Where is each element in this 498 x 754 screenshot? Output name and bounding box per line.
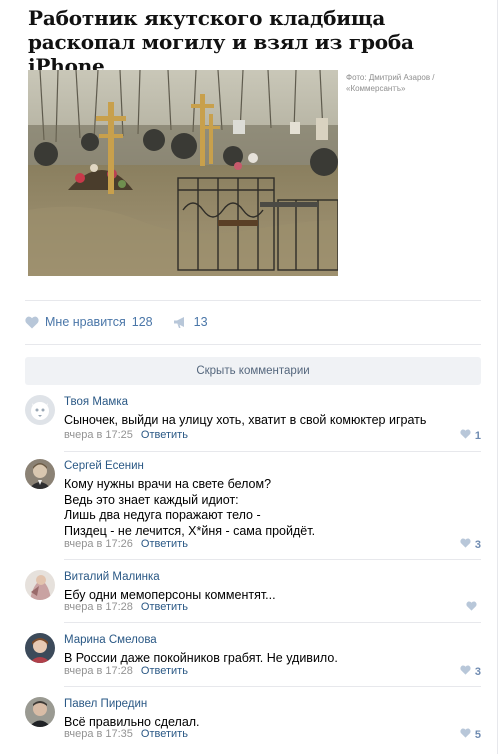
avatar[interactable] — [25, 395, 55, 425]
comment-time[interactable]: вчера в 17:35 — [64, 728, 133, 740]
like-button[interactable]: Мне нравится 128 — [25, 315, 153, 329]
reply-button[interactable]: Ответить — [141, 601, 188, 613]
comment-author[interactable]: Сергей Есенин — [64, 460, 144, 472]
comment: Твоя Мамка Сыночек, выйди на улицу хоть,… — [25, 395, 481, 451]
avatar[interactable] — [25, 697, 55, 727]
comment-time[interactable]: вчера в 17:26 — [64, 538, 133, 550]
comment-like-button[interactable] — [466, 601, 481, 614]
comment-like-button[interactable]: 3 — [460, 538, 481, 551]
heart-icon — [25, 316, 39, 329]
post-actions: Мне нравится 128 13 — [25, 313, 208, 331]
divider — [64, 451, 481, 452]
comment-like-button[interactable]: 1 — [460, 429, 481, 442]
comment-meta: вчера в 17:28 Ответить — [64, 601, 188, 613]
comment-author[interactable]: Марина Смелова — [64, 634, 157, 646]
comment: Сергей Есенин Кому нужны врачи на свете … — [25, 459, 481, 559]
comment-like-count: 3 — [474, 665, 481, 678]
comment-time[interactable]: вчера в 17:25 — [64, 429, 133, 441]
heart-icon — [466, 601, 477, 614]
share-button[interactable]: 13 — [173, 315, 208, 329]
divider — [25, 344, 481, 345]
post-page: Работник якутского кладбища раскопал мог… — [0, 0, 498, 754]
cemetery-photo — [28, 70, 338, 276]
reply-button[interactable]: Ответить — [141, 728, 188, 740]
comment-line: Ведь это знает каждый идиот: — [64, 492, 239, 507]
divider — [64, 559, 481, 560]
comment-meta: вчера в 17:28 Ответить — [64, 665, 188, 677]
comment-author[interactable]: Виталий Малинка — [64, 571, 160, 583]
comment-like-count: 1 — [474, 429, 481, 442]
photo-caption: Фото: Дмитрий Азаров / «Коммерсантъ» — [346, 73, 435, 93]
comment-like-button[interactable]: 3 — [460, 665, 481, 678]
comment-author[interactable]: Павел Пиредин — [64, 698, 147, 710]
comment-meta: вчера в 17:35 Ответить — [64, 728, 188, 740]
heart-icon — [460, 538, 471, 551]
hide-comments-button[interactable]: Скрыть комментарии — [25, 357, 481, 385]
heart-icon — [460, 429, 471, 442]
comment-time[interactable]: вчера в 17:28 — [64, 665, 133, 677]
comment-line: Кому нужны врачи на свете белом? — [64, 477, 272, 491]
reply-button[interactable]: Ответить — [141, 538, 188, 550]
like-count: 128 — [131, 315, 153, 329]
comment-text: Сыночек, выйди на улицу хоть, хватит в с… — [64, 413, 474, 429]
like-label: Мне нравится — [45, 315, 126, 329]
divider — [25, 300, 481, 301]
comment-time[interactable]: вчера в 17:28 — [64, 601, 133, 613]
comment-meta: вчера в 17:25 Ответить — [64, 429, 188, 441]
comment-like-count: 5 — [474, 728, 481, 741]
article-photo[interactable] — [28, 70, 338, 276]
comment-line: Лишь два недуга поражают тело - — [64, 508, 261, 522]
comment-like-count: 3 — [474, 538, 481, 551]
avatar[interactable] — [25, 633, 55, 663]
comment-line: Сыночек, выйди на улицу хоть, хватит в с… — [64, 413, 427, 427]
heart-icon — [460, 728, 471, 741]
megaphone-icon — [173, 316, 188, 329]
comment: Павел Пиредин Всё правильно сделал. вчер… — [25, 697, 481, 747]
reply-button[interactable]: Ответить — [141, 429, 188, 441]
article-headline[interactable]: Работник якутского кладбища раскопал мог… — [28, 6, 478, 78]
comment-text: Кому нужны врачи на свете белом? Ведь эт… — [64, 477, 474, 539]
comment: Марина Смелова В России даже покойников … — [25, 633, 481, 689]
avatar[interactable] — [25, 459, 55, 489]
comment-meta: вчера в 17:26 Ответить — [64, 538, 188, 550]
comment-author[interactable]: Твоя Мамка — [64, 396, 128, 408]
divider — [64, 686, 481, 687]
comment-like-button[interactable]: 5 — [460, 728, 481, 741]
reply-button[interactable]: Ответить — [141, 665, 188, 677]
divider — [64, 622, 481, 623]
avatar[interactable] — [25, 570, 55, 600]
heart-icon — [460, 665, 471, 678]
comment: Виталий Малинка Ебу одни мемоперсоны ком… — [25, 570, 481, 626]
share-count: 13 — [193, 315, 208, 329]
comment-line: Пиздец - не лечится, Х*йня - сама пройдё… — [64, 523, 316, 538]
